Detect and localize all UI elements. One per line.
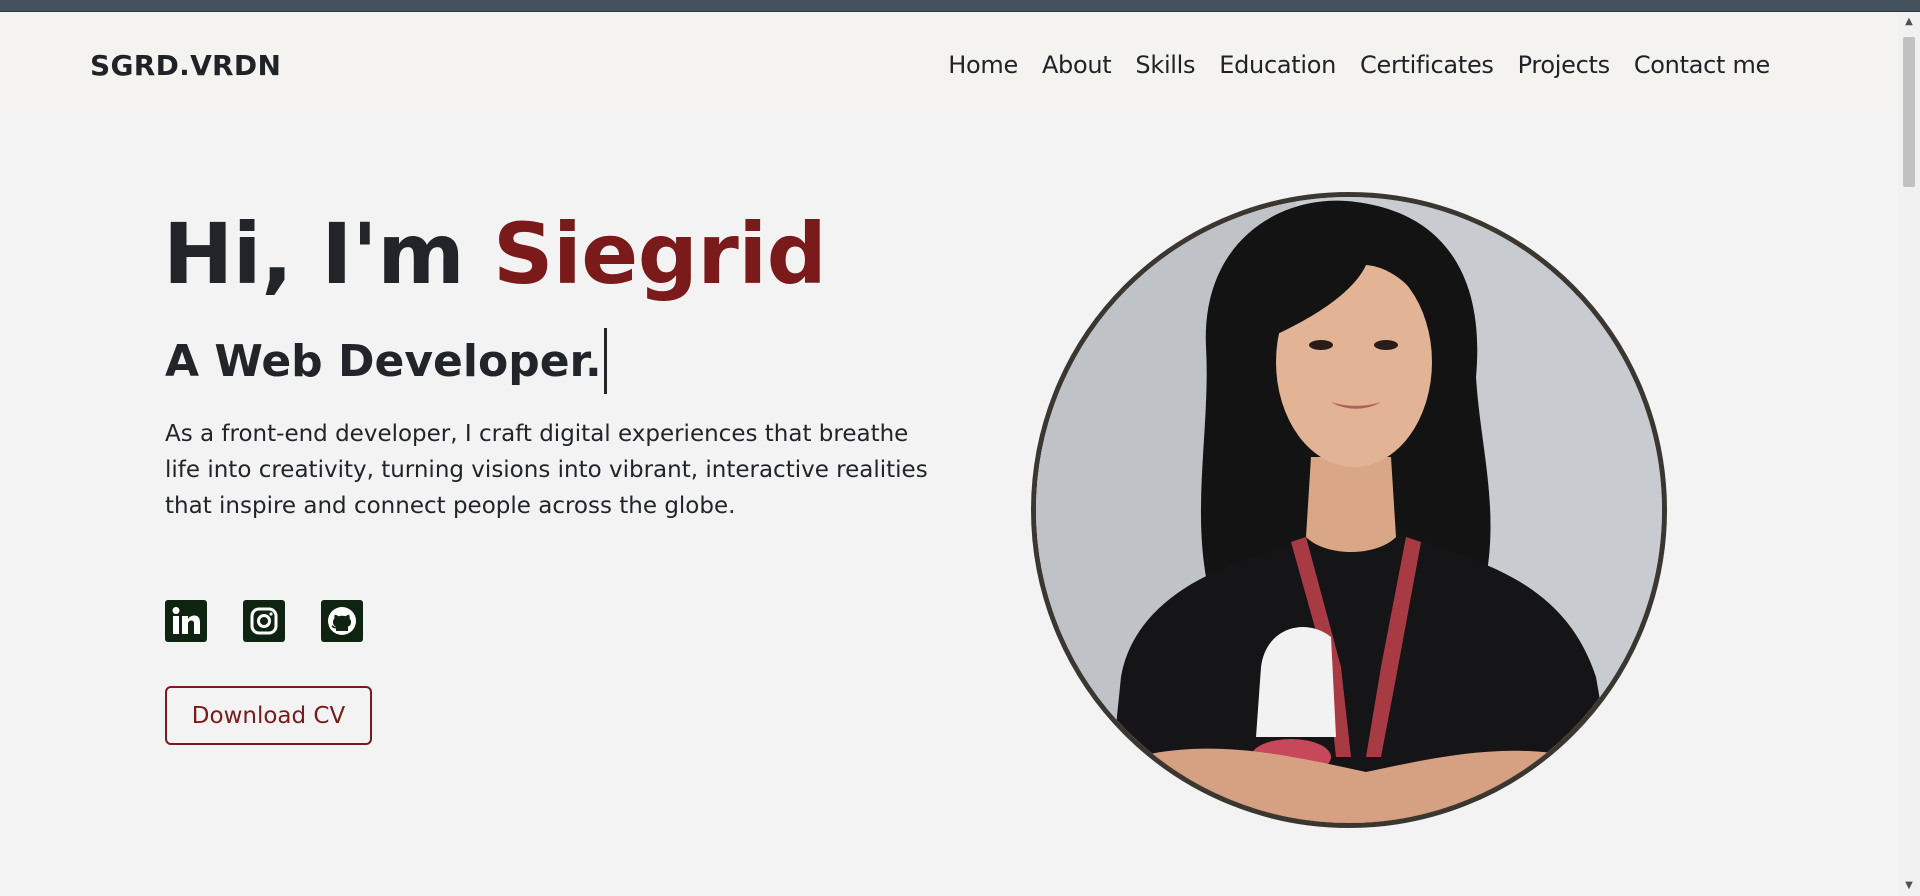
nav-link-about[interactable]: About	[1042, 51, 1112, 79]
social-links	[165, 600, 363, 642]
scroll-down-icon[interactable]: ▼	[1903, 880, 1915, 892]
linkedin-link[interactable]	[165, 600, 207, 642]
profile-photo-illustration	[1036, 197, 1662, 823]
navbar: SGRD.VRDN Home About Skills Education Ce…	[0, 12, 1898, 118]
hero-subtitle-text: A Web Developer.	[165, 335, 602, 387]
github-link[interactable]	[321, 600, 363, 642]
typing-caret	[603, 328, 607, 394]
nav-link-contact[interactable]: Contact me	[1634, 51, 1770, 79]
nav-link-education[interactable]: Education	[1219, 51, 1336, 79]
nav-link-home[interactable]: Home	[948, 51, 1018, 79]
instagram-link[interactable]	[243, 600, 285, 642]
nav-links: Home About Skills Education Certificates…	[948, 51, 1770, 79]
scrollbar-thumb[interactable]	[1903, 37, 1915, 187]
hero-title: Hi, I'm Siegrid	[163, 205, 827, 303]
instagram-icon	[250, 607, 278, 635]
profile-photo	[1031, 192, 1667, 828]
hero-name: Siegrid	[493, 205, 827, 303]
github-icon	[328, 607, 356, 635]
nav-link-certificates[interactable]: Certificates	[1360, 51, 1494, 79]
download-cv-button[interactable]: Download CV	[165, 686, 372, 745]
nav-link-projects[interactable]: Projects	[1518, 51, 1611, 79]
browser-top-bar	[0, 0, 1920, 12]
hero-greeting: Hi, I'm	[163, 205, 465, 303]
hero-subtitle: A Web Developer.	[165, 328, 607, 394]
scroll-up-icon[interactable]: ▲	[1903, 16, 1915, 28]
page-scrollbar[interactable]: ▲ ▼	[1898, 12, 1920, 896]
hero-description: As a front-end developer, I craft digita…	[165, 421, 928, 519]
linkedin-icon	[172, 607, 200, 634]
brand-logo[interactable]: SGRD.VRDN	[90, 49, 281, 82]
nav-link-skills[interactable]: Skills	[1135, 51, 1195, 79]
